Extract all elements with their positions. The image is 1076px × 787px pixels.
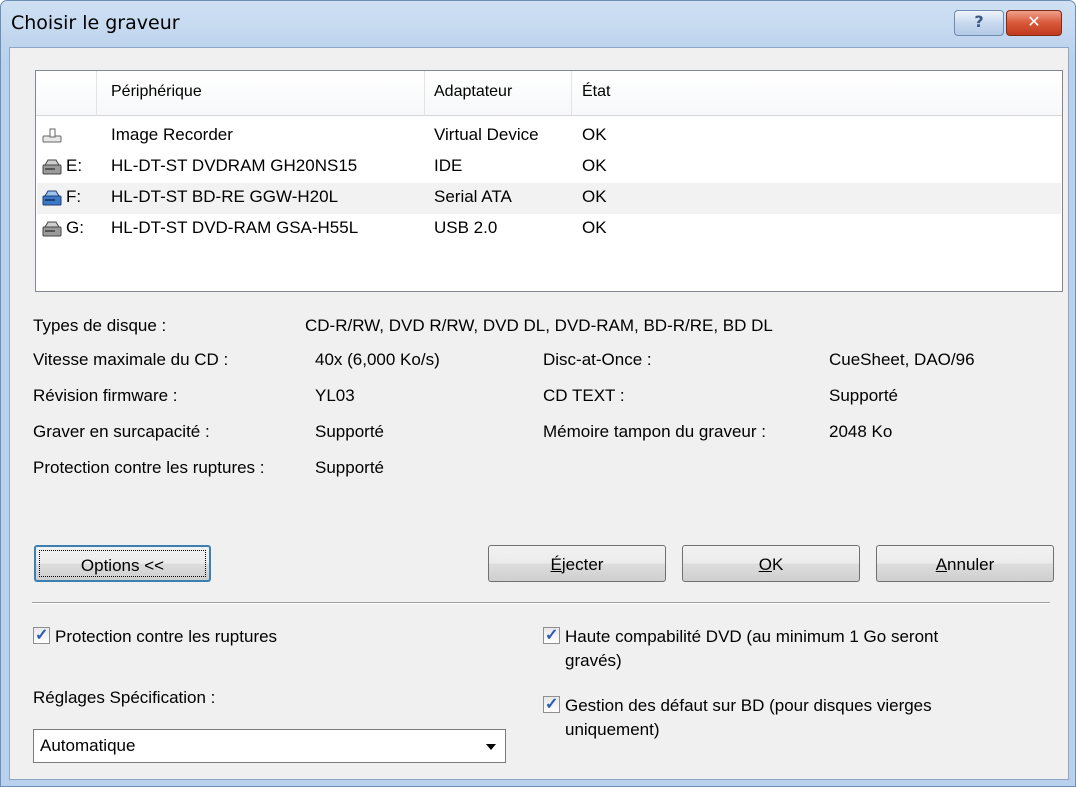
device-state: OK	[582, 125, 607, 144]
column-separator[interactable]	[96, 71, 97, 115]
spec-settings-value: Automatique	[40, 736, 136, 755]
spec-settings-label: Réglages Spécification :	[33, 688, 216, 707]
bd-defect-label-line2: uniquement)	[565, 720, 660, 739]
column-header-state[interactable]: État	[582, 83, 610, 101]
device-state: OK	[582, 156, 607, 175]
buffer-label: Mémoire tampon du graveur :	[543, 422, 766, 441]
dropdown-arrow-icon[interactable]	[486, 744, 496, 750]
device-row-image-recorder[interactable]: Image Recorder Virtual Device OK	[37, 121, 1061, 152]
eject-label: jecter	[561, 555, 604, 574]
column-header-adapter[interactable]: Adaptateur	[434, 83, 512, 101]
underrun-protection-checkbox[interactable]: Protection contre les ruptures	[33, 625, 453, 651]
adapter-name: USB 2.0	[434, 218, 498, 237]
checkbox-checked[interactable]	[543, 694, 560, 714]
bd-defect-label-line1: Gestion des défaut sur BD (pour disques …	[565, 696, 932, 715]
optical-drive-icon	[42, 221, 62, 237]
device-name: HL-DT-ST BD-RE GGW-H20L	[111, 187, 339, 206]
drive-letter: G:	[66, 218, 84, 237]
help-icon: ?	[974, 12, 984, 31]
device-state: OK	[582, 218, 607, 237]
column-header-device[interactable]: Périphérique	[111, 83, 202, 101]
checkbox-checked[interactable]	[543, 625, 560, 645]
adapter-name: Serial ATA	[434, 187, 512, 206]
dvd-compat-label-line1: Haute compabilité DVD (au minimum 1 Go s…	[565, 627, 939, 646]
adapter-name: Virtual Device	[434, 125, 539, 144]
help-button[interactable]: ?	[954, 10, 1004, 36]
options-button[interactable]: Options <<	[34, 545, 211, 582]
close-button[interactable]: ✕	[1006, 10, 1062, 36]
column-separator[interactable]	[424, 71, 425, 115]
overburn-label: Graver en surcapacité :	[33, 422, 210, 441]
cdtext-value: Supporté	[829, 386, 898, 405]
eject-mnemonic: É	[550, 555, 562, 574]
dvd-compat-label-line2: gravés)	[565, 651, 622, 670]
disc-types-value: CD-R/RW, DVD R/RW, DVD DL, DVD-RAM, BD-R…	[305, 316, 773, 335]
dao-value: CueSheet, DAO/96	[829, 350, 975, 369]
dvd-compat-checkbox[interactable]: Haute compabilité DVD (au minimum 1 Go s…	[543, 625, 1043, 675]
drive-letter: F:	[66, 187, 82, 206]
disc-types-label: Types de disque :	[33, 316, 167, 335]
underrun-protection-label: Protection contre les ruptures	[55, 627, 278, 646]
device-name: Image Recorder	[111, 125, 233, 144]
virtual-recorder-icon	[42, 128, 62, 143]
underrun-label: Protection contre les ruptures :	[33, 458, 265, 477]
adapter-name: IDE	[434, 156, 463, 175]
cancel-button[interactable]: Annuler	[876, 545, 1054, 582]
firmware-value: YL03	[315, 386, 355, 405]
device-row-e[interactable]: E: HL-DT-ST DVDRAM GH20NS15 IDE OK	[37, 152, 1061, 183]
checkbox-checked[interactable]	[33, 625, 50, 645]
ok-label: K	[771, 555, 784, 574]
device-name: HL-DT-ST DVD-RAM GSA-H55L	[111, 218, 359, 237]
spec-settings-select[interactable]: Automatique	[33, 729, 506, 763]
bluray-drive-icon	[42, 190, 62, 206]
dialog-body: Périphérique Adaptateur État Image Recor…	[9, 47, 1069, 780]
title-bar[interactable]: Choisir le graveur ? ✕	[1, 1, 1075, 47]
eject-button[interactable]: Éjecter	[488, 545, 666, 582]
close-icon: ✕	[1027, 12, 1041, 31]
max-speed-value: 40x (6,000 Ko/s)	[315, 350, 440, 369]
device-list-header: Périphérique Adaptateur État	[36, 71, 1062, 116]
optical-drive-icon	[42, 159, 62, 175]
drive-letter: E:	[66, 156, 83, 175]
burner-select-dialog: Choisir le graveur ? ✕ Périphérique Adap…	[0, 0, 1076, 787]
ok-button[interactable]: OK	[682, 545, 860, 582]
device-row-f[interactable]: F: HL-DT-ST BD-RE GGW-H20L Serial ATA OK	[37, 183, 1061, 214]
overburn-value: Supporté	[315, 422, 384, 441]
bd-defect-checkbox[interactable]: Gestion des défaut sur BD (pour disques …	[543, 694, 1043, 744]
options-divider	[32, 602, 1050, 604]
window-title: Choisir le graveur	[11, 12, 180, 34]
cancel-label: nnuler	[947, 555, 995, 574]
underrun-value: Supporté	[315, 458, 384, 477]
device-list[interactable]: Périphérique Adaptateur État Image Recor…	[35, 70, 1063, 292]
device-row-g[interactable]: G: HL-DT-ST DVD-RAM GSA-H55L USB 2.0 OK	[37, 214, 1061, 245]
device-name: HL-DT-ST DVDRAM GH20NS15	[111, 156, 358, 175]
ok-mnemonic: O	[758, 555, 772, 574]
cdtext-label: CD TEXT :	[543, 386, 625, 405]
dao-label: Disc-at-Once :	[543, 350, 652, 369]
cancel-mnemonic: A	[935, 555, 948, 574]
device-state: OK	[582, 187, 607, 206]
buffer-value: 2048 Ko	[829, 422, 893, 441]
firmware-label: Révision firmware :	[33, 386, 178, 405]
column-separator[interactable]	[571, 71, 572, 115]
max-speed-label: Vitesse maximale du CD :	[33, 350, 229, 369]
